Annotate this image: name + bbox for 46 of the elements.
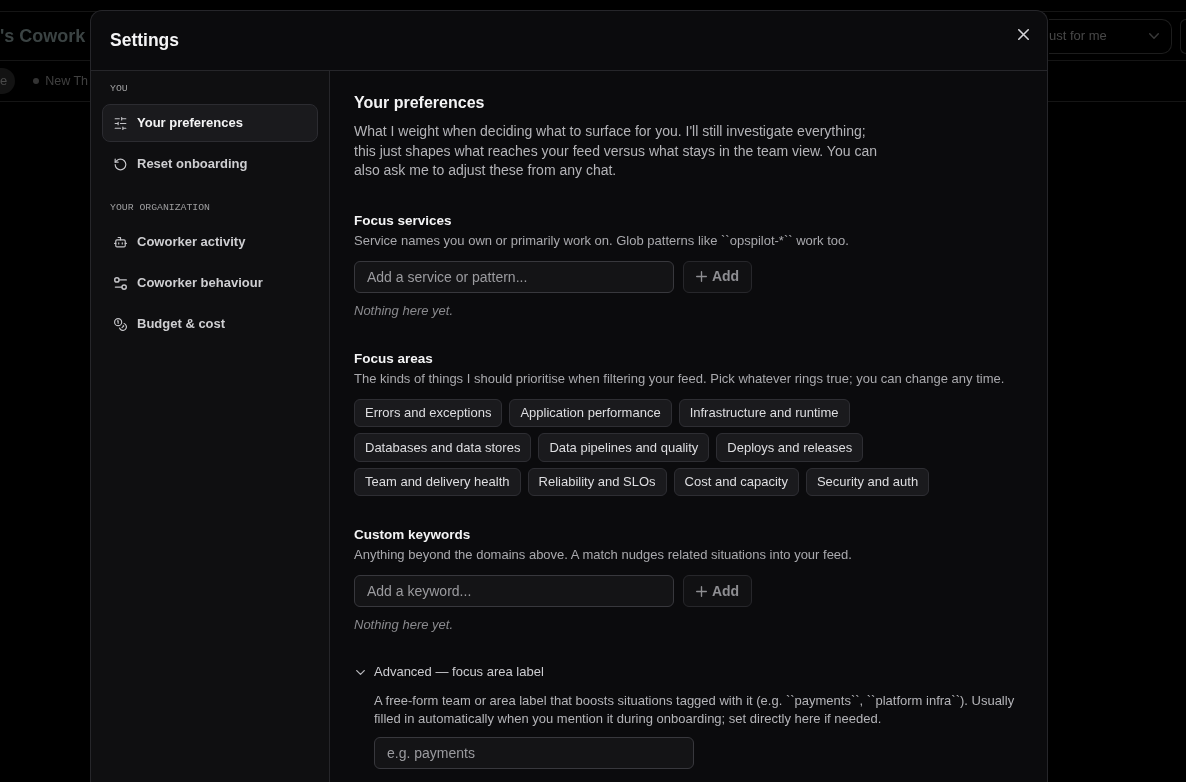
focus-area-chip[interactable]: Databases and data stores <box>354 433 532 462</box>
label-input[interactable]: e.g. payments <box>374 737 694 769</box>
add-button[interactable]: Add <box>683 260 752 293</box>
section-description: The kinds of things I should prioritise when filtering your feed. Pick whatever rings true; you can change any time. <box>354 369 1006 388</box>
sidebar-item[interactable]: Reset onboarding <box>102 145 318 183</box>
section-title: Focus services <box>354 211 453 230</box>
intro-text: What I weight when deciding what to surface for you. I'll still investigate everything; this just shapes what reaches your feed versus what stays in the team view. You can also ask me to adjust these from any chat. <box>354 122 878 180</box>
sliders-icon <box>114 116 127 130</box>
coins-icon <box>114 317 127 331</box>
sidebar-item[interactable]: Coworker behaviour <box>102 264 318 302</box>
focus-area-chip[interactable]: Application performance <box>509 398 672 427</box>
section-title: Custom keywords <box>354 526 472 544</box>
focus-area-chip[interactable]: Data pipelines and quality <box>538 433 710 462</box>
sidebar-item[interactable]: Coworker activity <box>102 223 318 261</box>
circular-arrow-icon <box>114 157 127 171</box>
section-title: Focus areas <box>354 349 434 368</box>
sidebar-item[interactable]: Budget & cost <box>102 305 318 343</box>
plus-icon <box>695 271 707 282</box>
focus-area-chip[interactable]: Deploys and releases <box>716 433 864 462</box>
empty-message: Nothing here yet. <box>354 301 454 320</box>
focus-area-chip[interactable]: Errors and exceptions <box>354 398 503 427</box>
focus-area-chip[interactable]: Infrastructure and runtime <box>678 398 850 427</box>
close-icon <box>1017 28 1029 40</box>
focus-area-chip[interactable]: Reliability and SLOs <box>527 467 667 496</box>
service-input[interactable]: Add a service or pattern... <box>354 260 674 293</box>
app-title: 's Cowork <box>0 24 86 48</box>
section-description: A free-form team or area label that boosts situations tagged with it (e.g. ``payments``, ``platform infra``). Usually filled in automatically when you mention it during onboarding; set directly here if needed. <box>374 692 1016 728</box>
chevron-down-icon <box>1149 33 1159 39</box>
group-label: YOU <box>109 82 129 96</box>
section-description: Service names you own or primarily work on. Glob patterns like ``opspilot-*`` work too. <box>354 231 850 250</box>
focus-area-chip[interactable]: Cost and capacity <box>673 467 799 496</box>
robot-icon <box>114 235 127 249</box>
advanced-toggle[interactable]: Advanced — focus area label <box>354 662 544 682</box>
add-button[interactable]: Add <box>683 575 752 607</box>
group-label: YOUR ORGANIZATION <box>109 201 211 215</box>
settings-icon <box>114 276 127 290</box>
dialog-title: Settings <box>110 29 180 52</box>
keyword-input[interactable]: Add a keyword... <box>354 575 674 607</box>
plus-icon <box>695 585 707 597</box>
section-description: Anything beyond the domains above. A match nudges related situations into your feed. <box>354 546 853 564</box>
chevron-down-icon <box>356 669 365 675</box>
sidebar-item[interactable]: Your preferences <box>102 104 318 142</box>
empty-message: Nothing here yet. <box>354 616 454 634</box>
focus-area-chip[interactable]: Team and delivery health <box>354 467 521 496</box>
page-heading: Your preferences <box>354 93 486 113</box>
focus-area-chip[interactable]: Security and auth <box>805 467 930 496</box>
